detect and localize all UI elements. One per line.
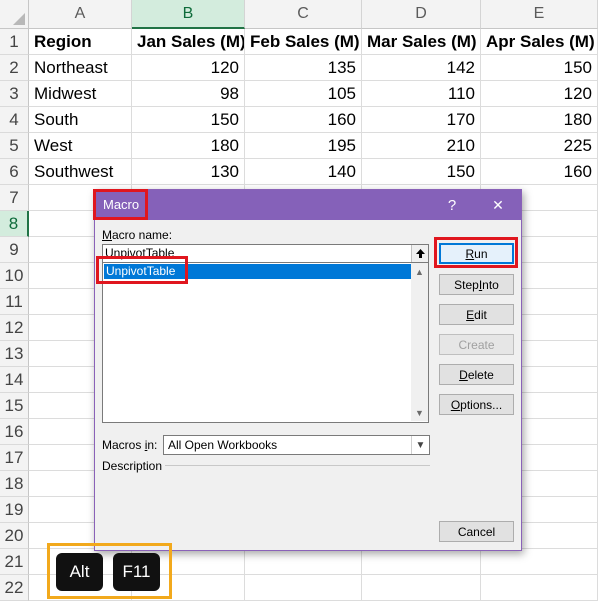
scroll-down-icon[interactable]: ▼ (411, 404, 428, 421)
row-header-21[interactable]: 21 (0, 549, 29, 575)
row-header-16[interactable]: 16 (0, 419, 29, 445)
cell-e6[interactable]: 160 (481, 159, 598, 185)
cell-e21[interactable] (481, 549, 598, 575)
highlight-macro-item (96, 256, 188, 284)
cell-a2[interactable]: Northeast (29, 55, 132, 81)
delete-button[interactable]: Delete (439, 364, 514, 385)
row-header-14[interactable]: 14 (0, 367, 29, 393)
row-header-6[interactable]: 6 (0, 159, 29, 185)
cell-b5[interactable]: 180 (132, 133, 245, 159)
cell-a3[interactable]: Midwest (29, 81, 132, 107)
cell-c5[interactable]: 195 (245, 133, 362, 159)
row-header-5[interactable]: 5 (0, 133, 29, 159)
select-all-triangle-icon (13, 13, 25, 25)
column-header-e[interactable]: E (481, 0, 598, 29)
ref-edit-button[interactable] (411, 245, 428, 262)
cell-b1[interactable]: Jan Sales (M) (132, 29, 245, 55)
cell-c2[interactable]: 135 (245, 55, 362, 81)
row-header-11[interactable]: 11 (0, 289, 29, 315)
row-header-12[interactable]: 12 (0, 315, 29, 341)
help-button[interactable]: ? (435, 190, 469, 220)
cancel-button[interactable]: Cancel (439, 521, 514, 542)
cell-c6[interactable]: 140 (245, 159, 362, 185)
macro-list-scrollbar[interactable]: ▲ ▼ (411, 263, 428, 421)
highlight-dialog-title (93, 189, 148, 220)
create-button: Create (439, 334, 514, 355)
row-header-8[interactable]: 8 (0, 211, 29, 237)
column-header-b[interactable]: B (132, 0, 245, 29)
upload-arrow-icon (415, 249, 425, 258)
options-button[interactable]: Options... (439, 394, 514, 415)
cell-b3[interactable]: 98 (132, 81, 245, 107)
macros-in-value: All Open Workbooks (168, 438, 278, 452)
cell-c3[interactable]: 105 (245, 81, 362, 107)
cell-c1[interactable]: Feb Sales (M) (245, 29, 362, 55)
cell-e5[interactable]: 225 (481, 133, 598, 159)
dialog-titlebar[interactable]: Macro ? ✕ (95, 190, 521, 220)
row-header-3[interactable]: 3 (0, 81, 29, 107)
cell-c4[interactable]: 160 (245, 107, 362, 133)
cell-a1[interactable]: Region (29, 29, 132, 55)
macros-in-select[interactable]: All Open Workbooks ▼ (163, 435, 430, 455)
cell-d4[interactable]: 170 (362, 107, 481, 133)
cell-e3[interactable]: 120 (481, 81, 598, 107)
close-button[interactable]: ✕ (481, 190, 515, 220)
cell-e22[interactable] (481, 575, 598, 601)
edit-button[interactable]: Edit (439, 304, 514, 325)
cell-c21[interactable] (245, 549, 362, 575)
cell-a5[interactable]: West (29, 133, 132, 159)
row-header-7[interactable]: 7 (0, 185, 29, 211)
row-header-13[interactable]: 13 (0, 341, 29, 367)
cell-d22[interactable] (362, 575, 481, 601)
cell-e2[interactable]: 150 (481, 55, 598, 81)
row-header-4[interactable]: 4 (0, 107, 29, 133)
chevron-down-icon[interactable]: ▼ (411, 436, 429, 454)
row-header-2[interactable]: 2 (0, 55, 29, 81)
row-header-22[interactable]: 22 (0, 575, 29, 601)
f11-key: F11 (113, 553, 160, 591)
column-header-c[interactable]: C (245, 0, 362, 29)
row-header-9[interactable]: 9 (0, 237, 29, 263)
macros-in-label: Macros in: (102, 438, 158, 452)
cell-b2[interactable]: 120 (132, 55, 245, 81)
cell-d6[interactable]: 150 (362, 159, 481, 185)
cell-a6[interactable]: Southwest (29, 159, 132, 185)
macro-name-label: Macro name: (102, 228, 173, 242)
cell-a4[interactable]: South (29, 107, 132, 133)
cell-d1[interactable]: Mar Sales (M) (362, 29, 481, 55)
step-into-button[interactable]: Step Into (439, 274, 514, 295)
cell-e4[interactable]: 180 (481, 107, 598, 133)
row-header-10[interactable]: 10 (0, 263, 29, 289)
macro-list[interactable]: UnpivotTable ▲ ▼ (102, 263, 429, 423)
row-header-20[interactable]: 20 (0, 523, 29, 549)
row-header-1[interactable]: 1 (0, 29, 29, 55)
row-header-19[interactable]: 19 (0, 497, 29, 523)
row-header-17[interactable]: 17 (0, 445, 29, 471)
select-all-corner[interactable] (0, 0, 29, 29)
cell-d21[interactable] (362, 549, 481, 575)
column-header-a[interactable]: A (29, 0, 132, 29)
cell-d5[interactable]: 210 (362, 133, 481, 159)
cell-b4[interactable]: 150 (132, 107, 245, 133)
scroll-up-icon[interactable]: ▲ (411, 263, 428, 280)
row-header-18[interactable]: 18 (0, 471, 29, 497)
highlight-run-button (434, 237, 518, 268)
description-label: Description (102, 459, 163, 473)
row-header-15[interactable]: 15 (0, 393, 29, 419)
alt-key: Alt (56, 553, 103, 591)
column-header-d[interactable]: D (362, 0, 481, 29)
cell-c22[interactable] (245, 575, 362, 601)
cell-b6[interactable]: 130 (132, 159, 245, 185)
cell-e1[interactable]: Apr Sales (M) (481, 29, 598, 55)
cell-d2[interactable]: 142 (362, 55, 481, 81)
description-divider (165, 465, 430, 466)
cell-d3[interactable]: 110 (362, 81, 481, 107)
